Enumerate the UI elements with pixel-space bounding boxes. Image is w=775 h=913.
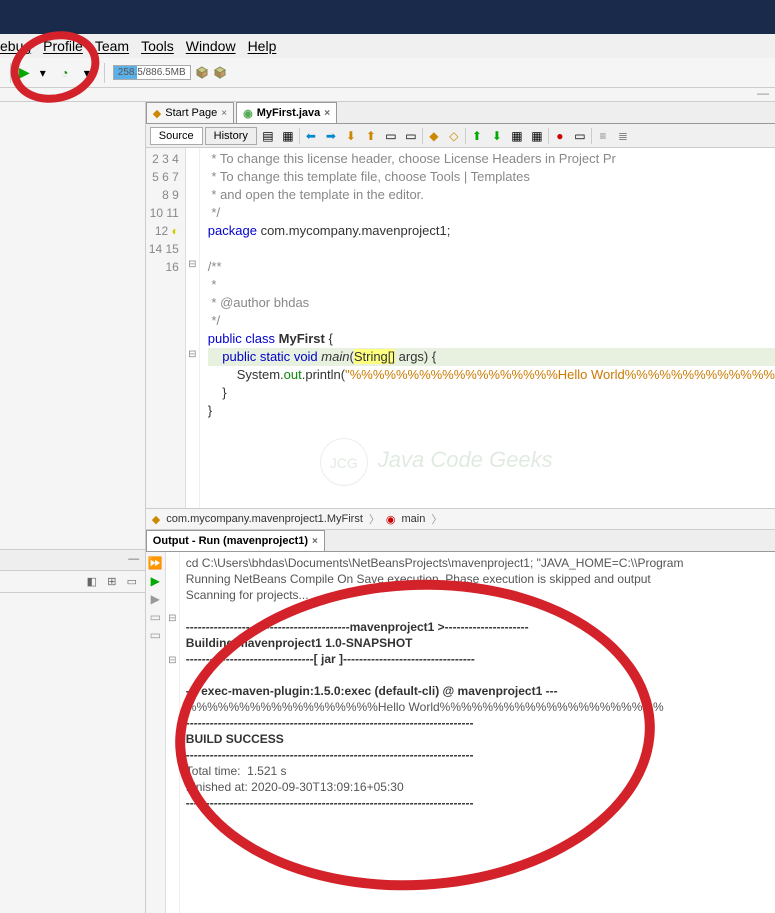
left-sidebar: — ◧ ⊞ ▭: [0, 102, 146, 913]
nav-icon-1[interactable]: ◧: [85, 575, 99, 589]
toolbar-icon[interactable]: ⬆: [362, 127, 380, 145]
main-toolbar: ▶ ▾ ◔ ▾ 258.5/886.5MB: [0, 58, 775, 88]
class-icon: ◆: [152, 513, 160, 526]
debug-dropdown-icon[interactable]: ▾: [34, 64, 52, 82]
toolbar-icon[interactable]: ▦: [528, 127, 546, 145]
editor-tabs: ◆ Start Page × ◉ MyFirst.java ×: [146, 102, 775, 124]
cube-icon-1[interactable]: [195, 66, 209, 80]
line-numbers: 2 3 4 5 6 7 8 9 10 11 12 ◐ 14 15 16: [146, 148, 186, 508]
output-tabs: Output - Run (mavenproject1) ×: [146, 530, 775, 552]
close-icon[interactable]: ×: [312, 536, 318, 547]
run-icon[interactable]: ▶: [19, 64, 30, 81]
menu-team[interactable]: Team: [95, 38, 129, 54]
output-panel: ⏩ ▶ ▶ ▭ ▭ ⊟⊟ cd C:\Users\bhdas\Documents…: [146, 552, 775, 913]
nav-fwd-icon[interactable]: ➡: [322, 127, 340, 145]
nav-icon-2[interactable]: ⊞: [105, 575, 119, 589]
output-fold[interactable]: ⊟⊟: [166, 552, 180, 913]
toolbar-icon[interactable]: ▭: [571, 127, 589, 145]
close-icon[interactable]: ×: [324, 108, 330, 119]
toolbar-icon[interactable]: ▦: [508, 127, 526, 145]
navigator-header: —: [0, 549, 145, 571]
panel-separator: [0, 88, 775, 102]
toolbar-icon[interactable]: ≡: [594, 127, 612, 145]
breadcrumb-class[interactable]: com.mycompany.mavenproject1.MyFirst: [166, 513, 363, 525]
menu-tools[interactable]: Tools: [141, 38, 174, 54]
record-icon[interactable]: ●: [551, 127, 569, 145]
output-controls: ⏩ ▶ ▶ ▭ ▭: [146, 552, 166, 913]
toolbar-icon[interactable]: ≣: [614, 127, 632, 145]
memory-indicator[interactable]: 258.5/886.5MB: [113, 65, 191, 80]
menu-debug[interactable]: ebug: [0, 38, 31, 54]
menu-profile[interactable]: Profile: [43, 38, 83, 54]
minimize-icon[interactable]: —: [127, 553, 141, 567]
rerun-icon[interactable]: ⏩: [148, 556, 163, 570]
fold-gutter[interactable]: ⊟⊟: [186, 148, 200, 508]
nav-icon-3[interactable]: ▭: [125, 575, 139, 589]
output-tab[interactable]: Output - Run (mavenproject1) ×: [146, 530, 325, 551]
toolbar-icon[interactable]: ▤: [259, 127, 277, 145]
method-icon: ◉: [386, 513, 396, 526]
toolbar-icon[interactable]: ⬇: [488, 127, 506, 145]
tab-start-page[interactable]: ◆ Start Page ×: [146, 102, 234, 123]
breadcrumb-method[interactable]: main: [402, 513, 426, 525]
window-titlebar: [0, 0, 775, 34]
stop-icon[interactable]: ▶: [151, 592, 160, 606]
output-icon[interactable]: ▭: [150, 610, 161, 624]
history-tab[interactable]: History: [205, 127, 257, 145]
java-file-icon: ◉: [243, 107, 253, 120]
breadcrumb: ◆ com.mycompany.mavenproject1.MyFirst 〉 …: [146, 508, 775, 530]
toolbar-icon[interactable]: ⬆: [468, 127, 486, 145]
output-icon[interactable]: ▭: [150, 628, 161, 642]
toolbar-icon[interactable]: ▭: [402, 127, 420, 145]
code-area[interactable]: * To change this license header, choose …: [200, 148, 775, 508]
run-icon[interactable]: ▶: [151, 574, 160, 588]
source-tab[interactable]: Source: [150, 127, 203, 145]
tab-myfirst-java[interactable]: ◉ MyFirst.java ×: [236, 102, 337, 123]
watermark: JCGJava Code Geeks: [320, 438, 553, 486]
start-page-icon: ◆: [153, 107, 161, 120]
toolbar-icon[interactable]: ▦: [279, 127, 297, 145]
cube-icon-2[interactable]: [213, 66, 227, 80]
toolbar-icon[interactable]: ▭: [382, 127, 400, 145]
editor-toolbar: Source History ▤ ▦ ⬅ ➡ ⬇ ⬆ ▭ ▭ ◆ ◇ ⬆ ⬇ ▦…: [146, 124, 775, 148]
output-text[interactable]: cd C:\Users\bhdas\Documents\NetBeansProj…: [180, 552, 775, 913]
profile-icon[interactable]: ◔: [56, 64, 74, 82]
close-icon[interactable]: ×: [221, 108, 227, 119]
toolbar-icon[interactable]: ◇: [445, 127, 463, 145]
menubar: ebug Profile Team Tools Window Help: [0, 34, 775, 58]
nav-back-icon[interactable]: ⬅: [302, 127, 320, 145]
code-editor[interactable]: 2 3 4 5 6 7 8 9 10 11 12 ◐ 14 15 16 ⊟⊟ *…: [146, 148, 775, 508]
menu-help[interactable]: Help: [248, 38, 277, 54]
toolbar-icon[interactable]: ⬇: [342, 127, 360, 145]
profile-dropdown-icon[interactable]: ▾: [78, 64, 96, 82]
menu-window[interactable]: Window: [186, 38, 236, 54]
toolbar-icon[interactable]: ◆: [425, 127, 443, 145]
